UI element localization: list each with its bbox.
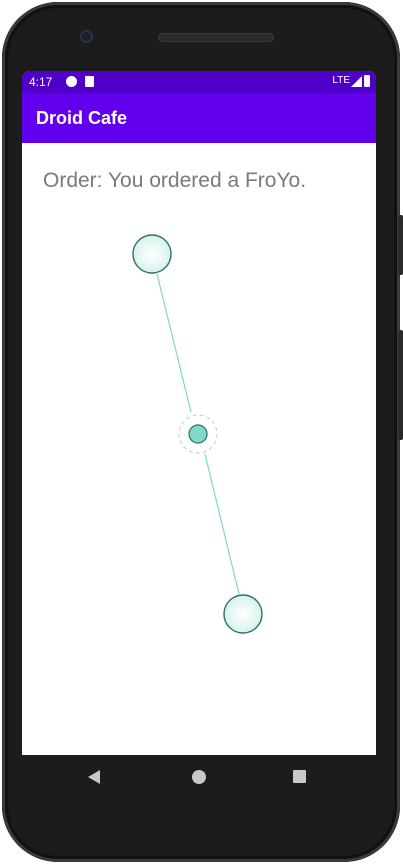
gesture-overlay (132, 234, 263, 634)
touch-start-point (132, 234, 172, 274)
touch-end-point (223, 594, 263, 634)
gesture-path-lower (204, 453, 240, 595)
back-icon[interactable] (88, 770, 100, 784)
recents-icon[interactable] (293, 770, 306, 783)
gesture-path-upper (156, 273, 192, 413)
gesture-midpoint-dot[interactable] (188, 424, 208, 444)
home-icon[interactable] (192, 770, 206, 784)
navigation-bar (22, 755, 376, 815)
